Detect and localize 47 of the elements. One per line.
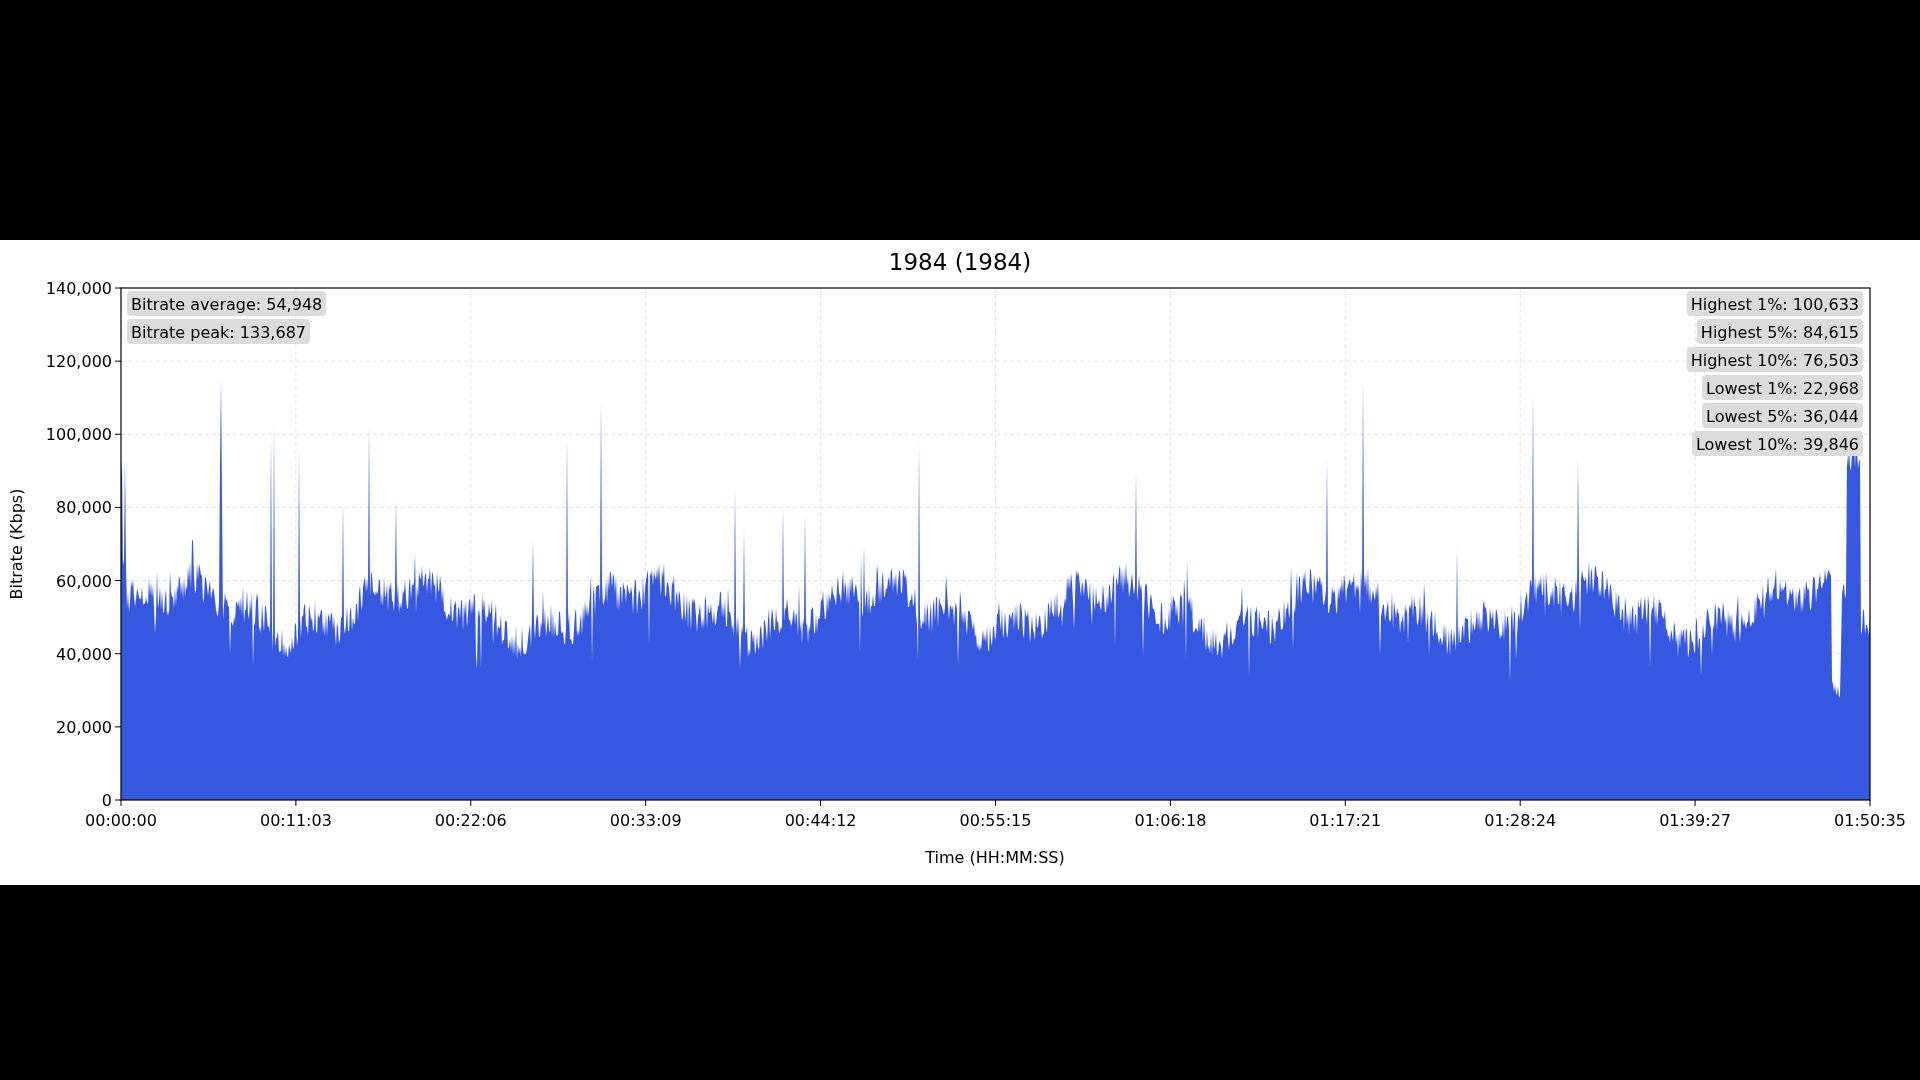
x-tick-label: 00:33:09 — [609, 811, 682, 830]
y-tick-label: 20,000 — [56, 717, 112, 737]
stat-label: Highest 1%: 100,633 — [1686, 291, 1863, 316]
tick-mark — [1869, 799, 1871, 807]
tick-mark — [995, 799, 996, 807]
tick-mark — [1519, 799, 1521, 807]
tick-mark — [295, 799, 297, 807]
tick-mark — [1169, 799, 1171, 807]
x-tick-label: 01:50:35 — [1834, 811, 1906, 830]
x-tick-label: 01:39:27 — [1659, 811, 1732, 830]
y-tick-label: 60,000 — [56, 571, 112, 591]
x-axis-label: Time (HH:MM:SS) — [925, 848, 1065, 867]
y-tick-label: 40,000 — [56, 644, 112, 664]
x-tick-label: 00:55:15 — [959, 811, 1032, 830]
tick-mark — [114, 580, 122, 582]
y-tick-label: 100,000 — [45, 425, 112, 445]
chart-title: 1984 (1984) — [888, 249, 1032, 275]
tick-mark — [1344, 799, 1346, 807]
x-tick-label: 01:28:24 — [1484, 811, 1557, 830]
tick-mark — [114, 653, 122, 655]
tick-mark — [114, 433, 122, 435]
tick-mark — [1694, 799, 1696, 807]
x-tick-label: 01:17:21 — [1309, 811, 1382, 830]
y-tick-label: 0 — [101, 791, 112, 810]
tick-mark — [114, 287, 122, 289]
stat-label: Highest 5%: 84,615 — [1696, 319, 1863, 344]
tick-mark — [114, 360, 122, 362]
tick-mark — [645, 799, 647, 807]
stat-label: Lowest 10%: 39,846 — [1691, 431, 1863, 456]
x-tick-label: 00:11:03 — [259, 811, 332, 830]
stat-label: Highest 10%: 76,503 — [1686, 347, 1863, 372]
y-tick-label: 120,000 — [45, 352, 112, 372]
y-axis-label: Bitrate (Kbps) — [7, 488, 26, 600]
stat-label: Bitrate peak: 133,687 — [127, 319, 310, 344]
x-tick-label: 01:06:18 — [1134, 811, 1207, 830]
stat-label: Bitrate average: 54,948 — [127, 291, 327, 316]
stat-label: Lowest 5%: 36,044 — [1702, 403, 1863, 428]
x-tick-label: 00:22:06 — [434, 811, 507, 830]
x-tick-label: 00:44:12 — [784, 811, 857, 830]
y-tick-label: 140,000 — [45, 279, 112, 298]
tick-mark — [114, 506, 122, 508]
tick-mark — [820, 799, 822, 807]
stat-label: Lowest 1%: 22,968 — [1702, 375, 1863, 400]
tick-mark — [470, 799, 472, 807]
y-tick-label: 80,000 — [56, 498, 112, 518]
x-tick-label: 00:00:00 — [85, 811, 157, 830]
tick-mark — [114, 726, 122, 728]
